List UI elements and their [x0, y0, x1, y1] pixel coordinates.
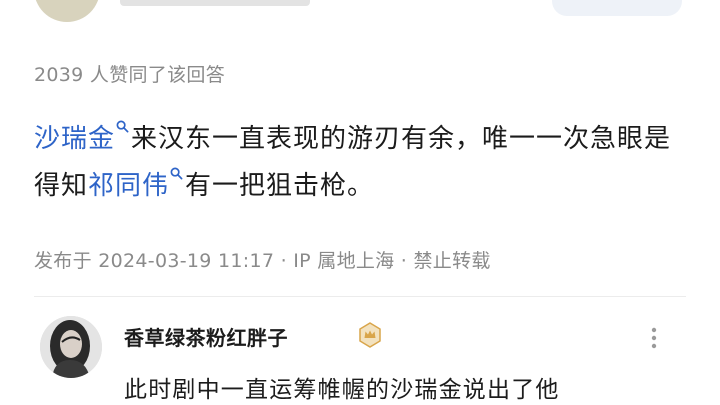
like-count-text: 2039 人赞同了该回答: [34, 64, 225, 86]
author-avatar[interactable]: [34, 0, 100, 22]
more-vertical-icon[interactable]: [650, 326, 658, 350]
keyword-link-qi-tongwei[interactable]: 祁同伟: [88, 167, 185, 201]
previous-header: [0, 0, 720, 22]
comment-text: 此时剧中一直运筹帷幄的沙瑞金说出了他: [124, 377, 560, 403]
keyword-link-sha-ruijin[interactable]: 沙瑞金: [34, 120, 131, 154]
search-icon: [116, 120, 129, 133]
keyword-label: 沙瑞金: [34, 124, 116, 154]
keyword-label: 祁同伟: [88, 171, 170, 201]
avatar-portrait-image: [40, 316, 102, 378]
publish-meta: 发布于 2024-03-19 11:17 · IP 属地上海 · 禁止转载: [34, 250, 491, 272]
answer-text: 沙瑞金 来汉东一直表现的游刃有余，唯一一次急眼是得知祁同伟 有一把狙击枪。: [34, 116, 694, 210]
divider: [34, 296, 686, 297]
author-name-blurred: [120, 0, 310, 6]
comment-author-name[interactable]: 香草绿茶粉红胖子: [124, 322, 288, 351]
search-icon: [170, 167, 183, 180]
crown-badge-icon: [359, 322, 381, 348]
comment-avatar[interactable]: [40, 316, 102, 378]
follow-button[interactable]: [552, 0, 682, 16]
answer-body-part: 有一把狙击枪。: [185, 171, 375, 201]
